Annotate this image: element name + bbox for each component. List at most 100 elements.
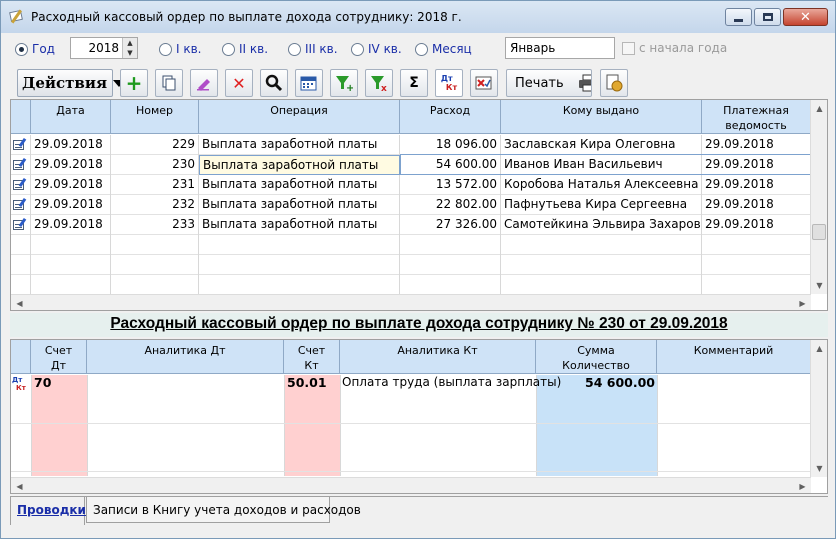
report-button[interactable] xyxy=(470,69,498,97)
header-payment-statement[interactable]: Платежная ведомость xyxy=(702,100,811,134)
header-number[interactable]: Номер xyxy=(111,100,199,134)
entry-row[interactable]: 70 50.01 Оплата труда (выплата зарплаты)… xyxy=(11,375,811,393)
tab-entries[interactable]: Проводки xyxy=(10,497,86,525)
calendar-button[interactable] xyxy=(295,69,323,97)
header-date[interactable]: Дата xyxy=(31,100,111,134)
cell-amount[interactable]: 22 802.00 xyxy=(400,195,501,215)
cell-num[interactable]: 229 xyxy=(111,135,199,155)
table-row[interactable]: 29.09.2018 231 Выплата заработной платы 13 … xyxy=(11,175,811,195)
scroll-right-arrow-icon[interactable]: ▶ xyxy=(794,295,811,310)
year-stepper[interactable]: 2018 ▲ ▼ xyxy=(70,37,138,59)
entries-scroll-left-arrow-icon[interactable]: ◀ xyxy=(11,478,28,493)
month-field[interactable]: Январь xyxy=(505,37,615,59)
entries-scroll-up-arrow-icon[interactable]: ▲ xyxy=(811,340,827,357)
cell-amount[interactable]: 18 096.00 xyxy=(400,135,501,155)
cell-date[interactable]: 29.09.2018 xyxy=(31,215,111,235)
cell-num[interactable]: 231 xyxy=(111,175,199,195)
cell-to[interactable]: Заславская Кира Олеговна xyxy=(501,135,702,155)
cell-to[interactable] xyxy=(501,235,702,255)
cell-to[interactable]: Иванов Иван Васильевич xyxy=(501,155,702,175)
table-row[interactable]: 29.09.2018 233 Выплата заработной платы 27 … xyxy=(11,215,811,235)
cell-num[interactable]: 230 xyxy=(111,155,199,175)
cell-stmt[interactable]: 29.09.2018 xyxy=(702,215,811,235)
orders-vscroll[interactable]: ▲ ▼ xyxy=(810,100,827,294)
header-analytics-dt[interactable]: Аналитика Дт xyxy=(87,340,284,374)
header-account-kt[interactable]: Счет Кт xyxy=(284,340,340,374)
cell-to[interactable]: Самотейкина Эльвира Захаровна xyxy=(501,215,702,235)
close-button[interactable]: ✕ xyxy=(783,8,828,26)
radio-q3[interactable]: III кв. xyxy=(288,39,338,59)
cell-num[interactable]: 233 xyxy=(111,215,199,235)
cell-to[interactable]: Пафнутьева Кира Сергеевна xyxy=(501,195,702,215)
cell-stmt[interactable] xyxy=(702,235,811,255)
table-row[interactable]: 29.09.2018 229 Выплата заработной платы 18 … xyxy=(11,135,811,155)
table-row[interactable]: 29.09.2018 230 Выплата заработной платы 54 … xyxy=(11,154,811,175)
entry-account-dt[interactable]: 70 xyxy=(34,375,51,390)
cell-op[interactable] xyxy=(199,235,400,255)
cell-op[interactable] xyxy=(199,255,400,275)
table-row[interactable] xyxy=(11,255,811,275)
cell-op[interactable]: Выплата заработной платы xyxy=(199,195,400,215)
cell-stmt[interactable] xyxy=(702,255,811,275)
cell-to[interactable]: Коробова Наталья Алексеевна xyxy=(501,175,702,195)
cell-amount[interactable] xyxy=(400,275,501,295)
radio-q4[interactable]: IV кв. xyxy=(351,39,402,59)
cell-date[interactable] xyxy=(31,235,111,255)
entry-analytics-kt[interactable]: Оплата труда (выплата зарплаты) xyxy=(342,375,561,389)
year-up-arrow-icon[interactable]: ▲ xyxy=(123,38,137,48)
cell-date[interactable]: 29.09.2018 xyxy=(31,175,111,195)
minimize-button[interactable] xyxy=(725,8,752,26)
sum-button[interactable]: Σ xyxy=(400,69,428,97)
cell-stmt[interactable]: 29.09.2018 xyxy=(702,195,811,215)
cell-date[interactable] xyxy=(31,275,111,295)
radio-month[interactable]: Месяц xyxy=(415,39,472,59)
entries-scroll-down-arrow-icon[interactable]: ▼ xyxy=(811,460,827,477)
orders-vscroll-thumb[interactable] xyxy=(812,224,826,240)
table-row[interactable] xyxy=(11,275,811,295)
entries-vscroll[interactable]: ▲ ▼ xyxy=(810,340,827,477)
from-year-start-checkbox[interactable]: с начала года xyxy=(622,41,727,55)
cell-stmt[interactable]: 29.09.2018 xyxy=(702,155,811,175)
header-expense[interactable]: Расход xyxy=(400,100,501,134)
filter-remove-button[interactable]: x xyxy=(365,69,393,97)
header-sum-quantity[interactable]: Сумма Количество xyxy=(536,340,657,374)
radio-q1[interactable]: I кв. xyxy=(159,39,202,59)
cell-op[interactable] xyxy=(199,275,400,295)
actions-menu-button[interactable]: Действия xyxy=(17,69,126,97)
add-button[interactable]: + xyxy=(120,69,148,97)
cell-op[interactable]: Выплата заработной платы xyxy=(199,215,400,235)
scroll-left-arrow-icon[interactable]: ◀ xyxy=(11,295,28,310)
header-account-dt[interactable]: Счет Дт xyxy=(31,340,87,374)
copy-button[interactable] xyxy=(155,69,183,97)
cell-date[interactable]: 29.09.2018 xyxy=(31,195,111,215)
orders-hscroll[interactable]: ◀ ▶ xyxy=(11,294,811,310)
cell-num[interactable] xyxy=(111,235,199,255)
table-row[interactable]: 29.09.2018 232 Выплата заработной платы 22 … xyxy=(11,195,811,215)
tab-income-book[interactable]: Записи в Книгу учета доходов и расходов xyxy=(86,497,361,523)
print-button[interactable]: Печать xyxy=(506,69,592,97)
edit-button[interactable] xyxy=(190,69,218,97)
table-row[interactable] xyxy=(11,235,811,255)
cell-to[interactable] xyxy=(501,255,702,275)
cell-num[interactable] xyxy=(111,275,199,295)
cell-amount[interactable]: 27 326.00 xyxy=(400,215,501,235)
cell-amount[interactable] xyxy=(400,235,501,255)
cell-date[interactable]: 29.09.2018 xyxy=(31,135,111,155)
delete-button[interactable]: ✕ xyxy=(225,69,253,97)
entry-sum[interactable]: 54 600.00 xyxy=(536,375,657,390)
cell-op[interactable]: Выплата заработной платы xyxy=(199,175,400,195)
scroll-down-arrow-icon[interactable]: ▼ xyxy=(811,277,827,294)
cell-date[interactable]: 29.09.2018 xyxy=(31,155,111,175)
year-down-arrow-icon[interactable]: ▼ xyxy=(123,48,137,58)
cell-to[interactable] xyxy=(501,275,702,295)
cell-date[interactable] xyxy=(31,255,111,275)
entry-account-kt[interactable]: 50.01 xyxy=(287,375,327,390)
entries-hscroll[interactable]: ◀ ▶ xyxy=(11,477,811,493)
settings-button[interactable] xyxy=(600,69,628,97)
cell-stmt[interactable] xyxy=(702,275,811,295)
cell-num[interactable]: 232 xyxy=(111,195,199,215)
search-button[interactable] xyxy=(260,69,288,97)
entries-scroll-right-arrow-icon[interactable]: ▶ xyxy=(794,478,811,493)
dt-kt-button[interactable]: Дт Кт xyxy=(435,69,463,97)
cell-stmt[interactable]: 29.09.2018 xyxy=(702,175,811,195)
